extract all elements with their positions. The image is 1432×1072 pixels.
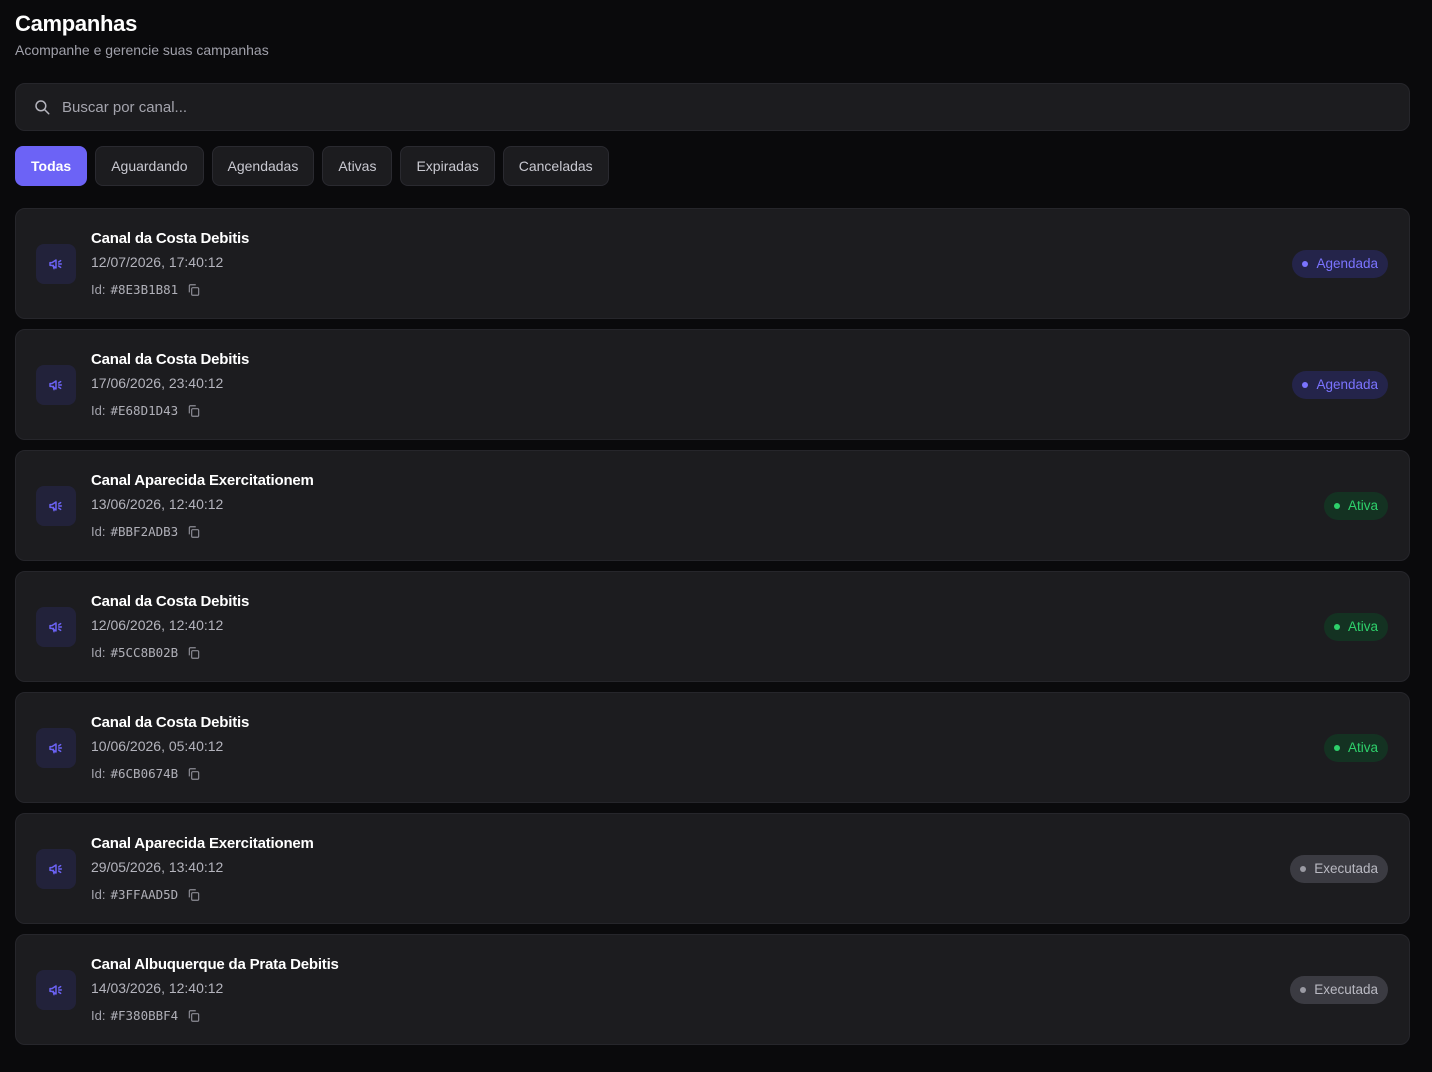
- campaign-date: 12/06/2026, 12:40:12: [91, 617, 224, 633]
- campaign-info: Canal Albuquerque da Prata Debitis 14/03…: [91, 955, 339, 1024]
- campaign-id-row: Id: #BBF2ADB3: [91, 524, 314, 540]
- campaign-list: Canal da Costa Debitis 12/07/2026, 17:40…: [15, 208, 1410, 1045]
- megaphone-icon: [36, 969, 76, 1010]
- status-dot: [1302, 260, 1309, 267]
- copy-icon[interactable]: [186, 766, 202, 782]
- status-label: Ativa: [1347, 619, 1378, 634]
- id-label: Id:: [91, 524, 106, 539]
- campaign-title: Canal da Costa Debitis: [91, 714, 250, 731]
- campaign-id-row: Id: #5CC8B02B: [91, 645, 249, 661]
- status-badge: Ativa: [1323, 612, 1388, 641]
- megaphone-icon: [36, 364, 76, 405]
- status-label: Executada: [1314, 982, 1378, 997]
- campaign-card[interactable]: Canal da Costa Debitis 12/07/2026, 17:40…: [15, 208, 1410, 319]
- campaign-title: Canal da Costa Debitis: [91, 593, 250, 610]
- id-label: Id:: [91, 1008, 106, 1023]
- campaign-title: Canal da Costa Debitis: [91, 230, 250, 247]
- megaphone-icon: [36, 727, 76, 768]
- status-dot: [1333, 744, 1340, 751]
- campaign-info: Canal da Costa Debitis 17/06/2026, 23:40…: [91, 350, 249, 419]
- campaign-info: Canal da Costa Debitis 10/06/2026, 05:40…: [91, 713, 249, 782]
- campaign-date: 29/05/2026, 13:40:12: [91, 859, 224, 875]
- status-label: Agendada: [1316, 256, 1378, 271]
- megaphone-icon: [36, 485, 76, 526]
- campaign-info: Canal da Costa Debitis 12/06/2026, 12:40…: [91, 592, 249, 661]
- status-badge: Ativa: [1323, 733, 1388, 762]
- campaign-date: 12/07/2026, 17:40:12: [91, 254, 224, 270]
- campaign-id: #3FFAAD5D: [110, 887, 179, 902]
- campaign-info: Canal Aparecida Exercitationem 13/06/202…: [91, 471, 314, 540]
- campaign-card[interactable]: Canal da Costa Debitis 17/06/2026, 23:40…: [15, 329, 1410, 440]
- campaign-id: #BBF2ADB3: [110, 524, 179, 539]
- campaign-id: #6CB0674B: [110, 766, 179, 781]
- copy-icon[interactable]: [186, 282, 202, 298]
- filter-agendadas[interactable]: Agendadas: [211, 146, 315, 186]
- filter-canceladas[interactable]: Canceladas: [502, 146, 609, 186]
- filter-ativas[interactable]: Ativas: [322, 146, 393, 186]
- status-badge: Executada: [1290, 975, 1388, 1004]
- filter-expiradas[interactable]: Expiradas: [400, 146, 495, 186]
- search-input[interactable]: [62, 98, 1362, 116]
- page-title: Campanhas: [15, 11, 138, 36]
- campaign-id: #F380BBF4: [110, 1008, 179, 1023]
- filter-aguardando[interactable]: Aguardando: [95, 146, 204, 186]
- id-label: Id:: [91, 645, 106, 660]
- campaign-title: Canal Aparecida Exercitationem: [91, 472, 314, 489]
- id-label: Id:: [91, 282, 106, 297]
- search-bar[interactable]: [15, 83, 1410, 131]
- megaphone-icon: [36, 243, 76, 284]
- campaign-id-row: Id: #3FFAAD5D: [91, 887, 314, 903]
- megaphone-icon: [36, 606, 76, 647]
- campaign-title: Canal Aparecida Exercitationem: [91, 835, 314, 852]
- status-label: Ativa: [1347, 498, 1378, 513]
- campaign-id: #5CC8B02B: [110, 645, 179, 660]
- campaign-card[interactable]: Canal Aparecida Exercitationem 29/05/202…: [15, 813, 1410, 924]
- campaign-date: 10/06/2026, 05:40:12: [91, 738, 224, 754]
- campaign-card[interactable]: Canal da Costa Debitis 10/06/2026, 05:40…: [15, 692, 1410, 803]
- campaign-date: 17/06/2026, 23:40:12: [91, 375, 224, 391]
- campaign-id-row: Id: #F380BBF4: [91, 1008, 339, 1024]
- campaign-id: #E68D1D43: [110, 403, 179, 418]
- campaign-info: Canal da Costa Debitis 12/07/2026, 17:40…: [91, 229, 249, 298]
- status-dot: [1300, 865, 1307, 872]
- copy-icon[interactable]: [186, 524, 202, 540]
- id-label: Id:: [91, 403, 106, 418]
- filter-tabs: Todas Aguardando Agendadas Ativas Expira…: [15, 146, 1410, 186]
- status-badge: Executada: [1290, 854, 1388, 883]
- id-label: Id:: [91, 766, 106, 781]
- status-badge: Ativa: [1323, 491, 1388, 520]
- campaign-title: Canal da Costa Debitis: [91, 351, 250, 368]
- status-badge: Agendada: [1292, 370, 1388, 399]
- campaign-id: #8E3B1B81: [110, 282, 179, 297]
- campaign-date: 13/06/2026, 12:40:12: [91, 496, 224, 512]
- campaigns-page: Campanhas Acompanhe e gerencie suas camp…: [0, 0, 1432, 1072]
- search-icon: [32, 97, 52, 117]
- status-dot: [1300, 986, 1307, 993]
- copy-icon[interactable]: [186, 403, 202, 419]
- status-dot: [1302, 381, 1309, 388]
- copy-icon[interactable]: [186, 645, 202, 661]
- status-label: Ativa: [1347, 740, 1378, 755]
- campaign-id-row: Id: #E68D1D43: [91, 403, 249, 419]
- campaign-card[interactable]: Canal da Costa Debitis 12/06/2026, 12:40…: [15, 571, 1410, 682]
- campaign-date: 14/03/2026, 12:40:12: [91, 980, 224, 996]
- megaphone-icon: [36, 848, 76, 889]
- status-dot: [1333, 502, 1340, 509]
- id-label: Id:: [91, 887, 106, 902]
- status-badge: Agendada: [1292, 249, 1388, 278]
- status-label: Agendada: [1316, 377, 1378, 392]
- copy-icon[interactable]: [186, 1008, 202, 1024]
- status-label: Executada: [1314, 861, 1378, 876]
- status-dot: [1333, 623, 1340, 630]
- page-subtitle: Acompanhe e gerencie suas campanhas: [15, 42, 269, 58]
- campaign-title: Canal Albuquerque da Prata Debitis: [91, 956, 339, 973]
- campaign-card[interactable]: Canal Aparecida Exercitationem 13/06/202…: [15, 450, 1410, 561]
- campaign-card[interactable]: Canal Albuquerque da Prata Debitis 14/03…: [15, 934, 1410, 1045]
- copy-icon[interactable]: [186, 887, 202, 903]
- campaign-info: Canal Aparecida Exercitationem 29/05/202…: [91, 834, 314, 903]
- campaign-id-row: Id: #6CB0674B: [91, 766, 249, 782]
- filter-todas[interactable]: Todas: [15, 146, 88, 186]
- campaign-id-row: Id: #8E3B1B81: [91, 282, 249, 298]
